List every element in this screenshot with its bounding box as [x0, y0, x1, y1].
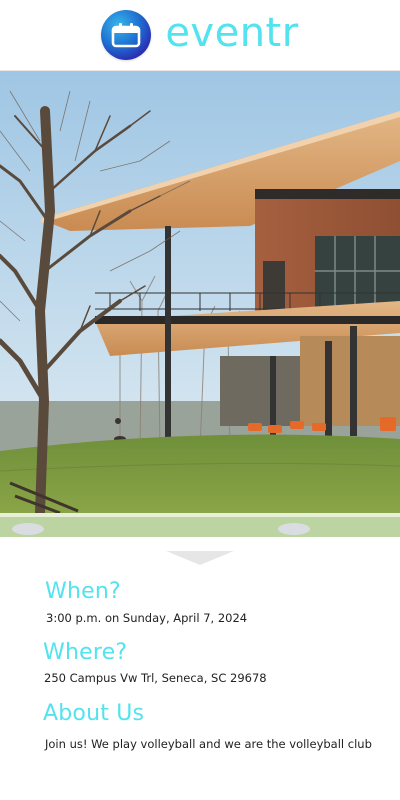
- event-address[interactable]: 250 Campus Vw Trl, Seneca, SC 29678: [44, 671, 267, 686]
- hero-image: [0, 70, 400, 537]
- where-heading: Where?: [43, 640, 128, 665]
- when-heading: When?: [45, 579, 121, 604]
- chevron-down-icon: [166, 550, 234, 566]
- about-description: Join us! We play volleyball and we are t…: [45, 737, 372, 751]
- event-date-time: 3:00 p.m. on Sunday, April 7, 2024: [46, 611, 248, 625]
- app-header: eventr: [0, 0, 400, 70]
- logo[interactable]: [101, 10, 152, 60]
- event-page: eventr When? 3:00 p.m. on Sunday, April …: [0, 0, 400, 800]
- about-heading: About Us: [43, 701, 145, 726]
- calendar-icon: [111, 22, 141, 48]
- brand-name: eventr: [165, 10, 299, 56]
